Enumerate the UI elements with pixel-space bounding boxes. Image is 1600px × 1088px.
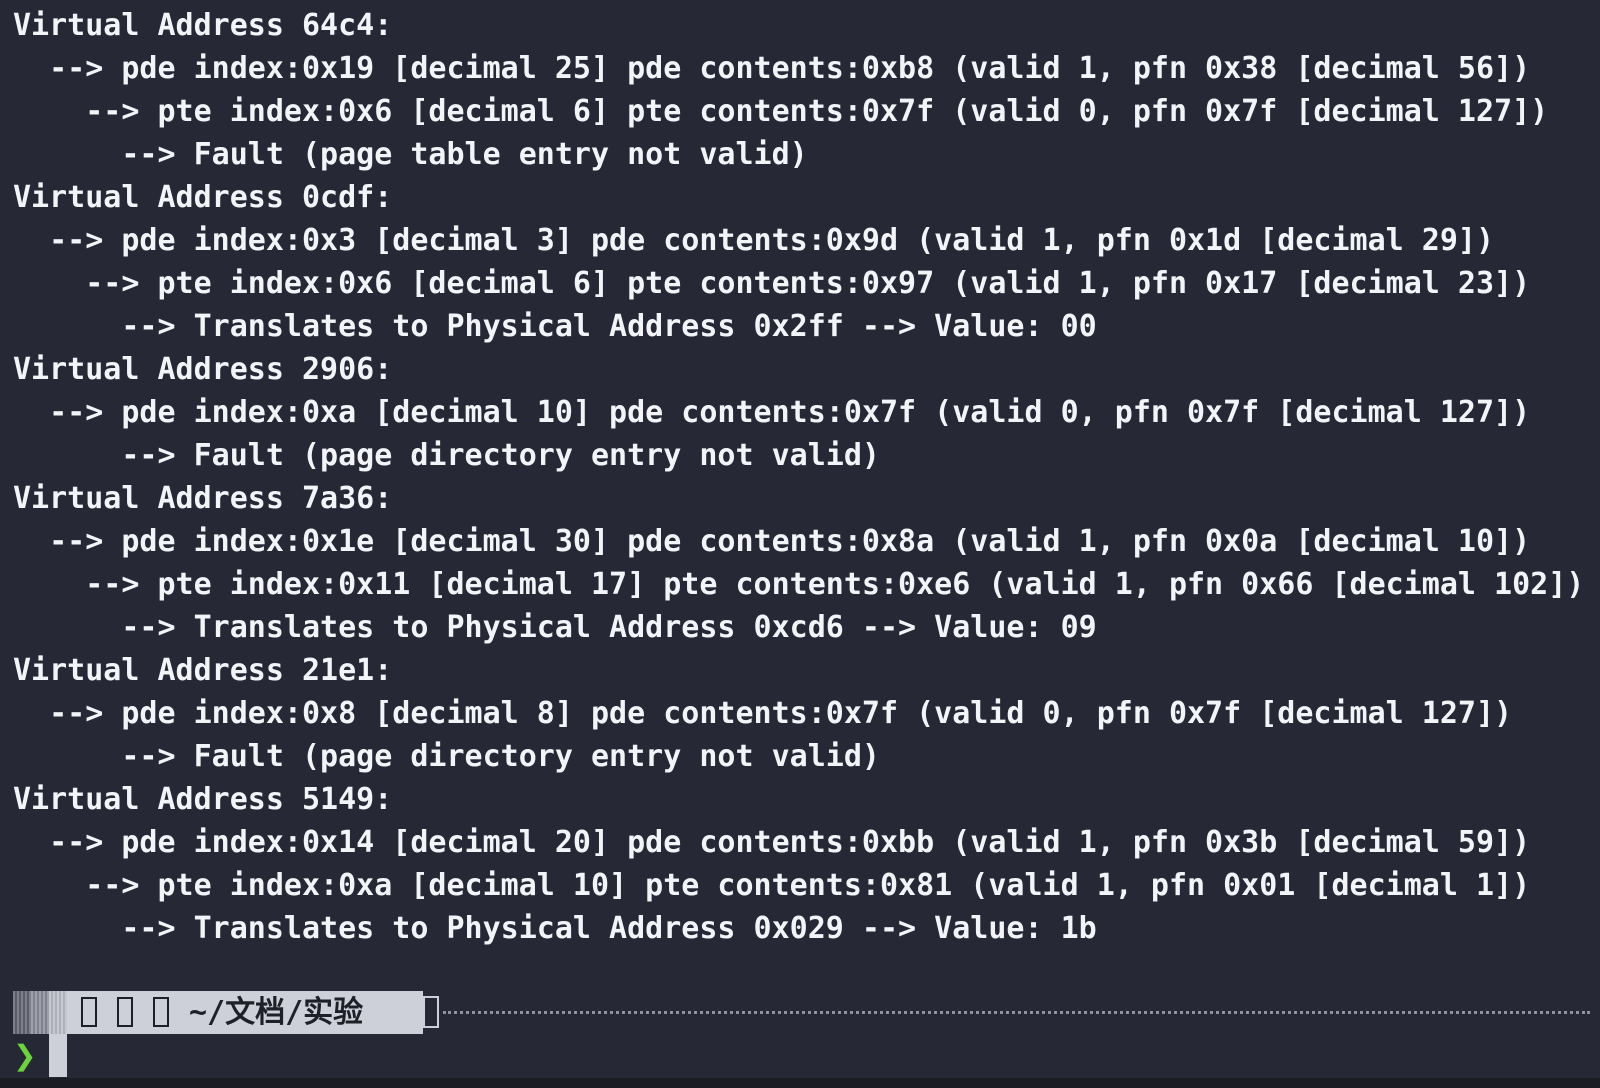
terminal-window[interactable]: Virtual Address 64c4: --> pde index:0x19…	[0, 0, 1600, 1088]
terminal-bottom-border	[0, 1078, 1600, 1088]
prompt-segment-bar: ~/文档/实验	[13, 991, 1600, 1034]
prompt-chevron-icon: ❯	[13, 1039, 37, 1072]
prompt-shade-right	[49, 991, 67, 1034]
terminal-output: Virtual Address 64c4: --> pde index:0x19…	[13, 4, 1600, 950]
prompt-path: ~/文档/实验	[189, 995, 364, 1030]
terminal-line: Virtual Address 0cdf:	[13, 180, 393, 215]
terminal-line: --> pde index:0x8 [decimal 8] pde conten…	[13, 696, 1513, 731]
terminal-line: --> Fault (page table entry not valid)	[13, 137, 808, 172]
missing-glyph-icon	[117, 997, 133, 1027]
terminal-line: Virtual Address 2906:	[13, 352, 393, 387]
terminal-line: Virtual Address 21e1:	[13, 653, 393, 688]
terminal-line: --> pte index:0x6 [decimal 6] pte conten…	[13, 94, 1549, 129]
terminal-line: --> pde index:0x1e [decimal 30] pde cont…	[13, 524, 1531, 559]
terminal-line: Virtual Address 7a36:	[13, 481, 393, 516]
terminal-line: --> pde index:0x19 [decimal 25] pde cont…	[13, 51, 1531, 86]
terminal-line: Virtual Address 5149:	[13, 782, 393, 817]
terminal-line: --> Translates to Physical Address 0x029…	[13, 911, 1097, 946]
prompt-shade-mid	[31, 991, 49, 1034]
missing-glyph-icon	[423, 996, 439, 1028]
command-input-line[interactable]: ❯	[13, 1034, 1600, 1077]
terminal-line: Virtual Address 64c4:	[13, 8, 393, 43]
terminal-line: --> pde index:0xa [decimal 10] pde conte…	[13, 395, 1531, 430]
terminal-line: --> pde index:0x3 [decimal 3] pde conten…	[13, 223, 1495, 258]
terminal-line: --> pte index:0xa [decimal 10] pte conte…	[13, 868, 1531, 903]
terminal-line: --> pde index:0x14 [decimal 20] pde cont…	[13, 825, 1531, 860]
terminal-line: --> Translates to Physical Address 0xcd6…	[13, 610, 1097, 645]
terminal-line: --> pte index:0x11 [decimal 17] pte cont…	[13, 567, 1585, 602]
terminal-line: --> pte index:0x6 [decimal 6] pte conten…	[13, 266, 1531, 301]
prompt-shade-left	[13, 991, 31, 1034]
missing-glyph-icon	[153, 997, 169, 1027]
terminal-line: --> Fault (page directory entry not vali…	[13, 739, 880, 774]
missing-glyph-icon	[81, 997, 97, 1027]
prompt-directory-segment: ~/文档/实验	[67, 991, 423, 1034]
terminal-line: --> Translates to Physical Address 0x2ff…	[13, 309, 1097, 344]
text-cursor	[49, 1034, 67, 1077]
terminal-line: --> Fault (page directory entry not vali…	[13, 438, 880, 473]
prompt-dotted-filler	[443, 1011, 1590, 1014]
